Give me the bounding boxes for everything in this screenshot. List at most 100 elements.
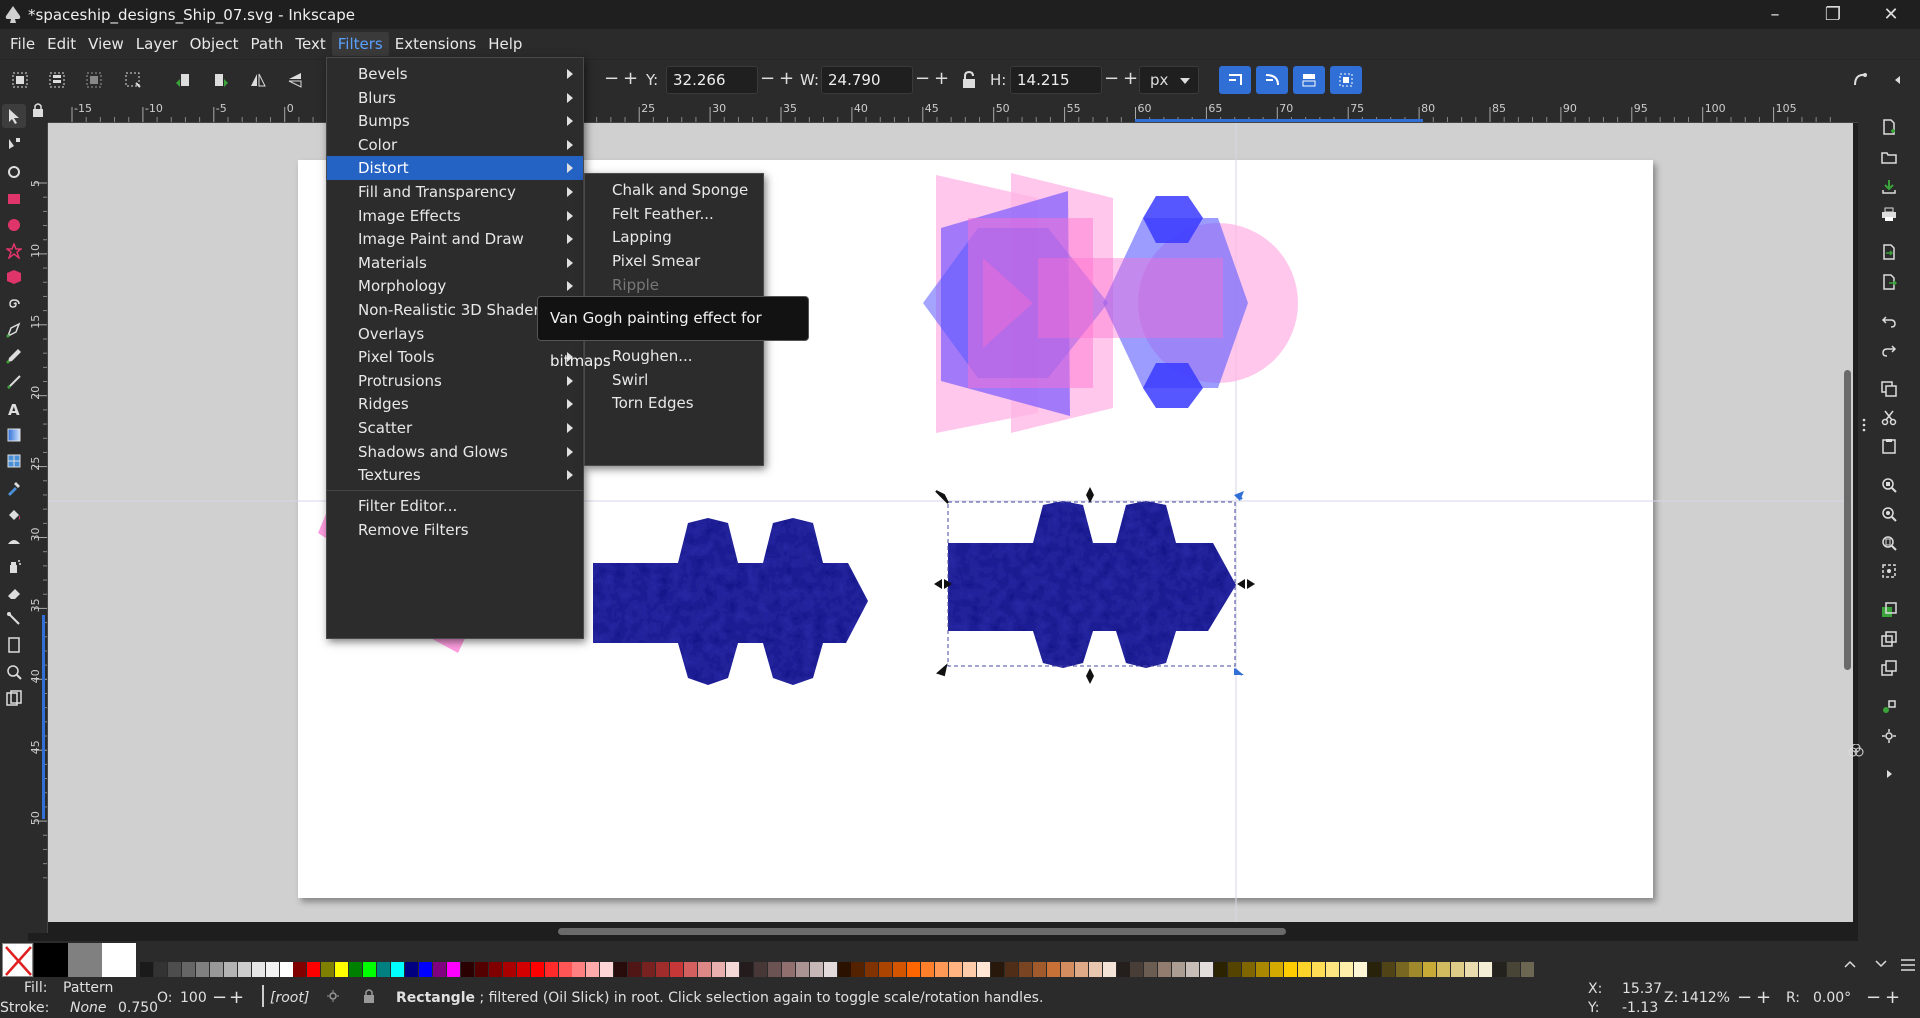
color-swatch[interactable] <box>865 962 879 977</box>
color-swatch[interactable] <box>293 962 307 977</box>
rotate-value[interactable]: 0.00° <box>1813 990 1851 1006</box>
flip-horizontal-icon[interactable] <box>246 68 270 92</box>
menu-view[interactable]: View <box>82 32 130 56</box>
x-decrement-button[interactable]: − <box>604 70 619 88</box>
color-swatch[interactable] <box>1228 962 1242 977</box>
color-swatch[interactable] <box>586 962 600 977</box>
menu-path[interactable]: Path <box>244 32 289 56</box>
menu-help[interactable]: Help <box>482 32 528 56</box>
measure-tool-icon[interactable] <box>2 686 26 710</box>
color-swatch[interactable] <box>628 962 642 977</box>
color-swatch[interactable] <box>809 962 823 977</box>
tweak-tool-icon[interactable] <box>2 160 26 184</box>
color-swatch[interactable] <box>432 962 446 977</box>
color-swatch[interactable] <box>711 962 725 977</box>
color-swatch[interactable] <box>963 962 977 977</box>
unit-select[interactable]: px <box>1139 66 1199 94</box>
drawing-artwork[interactable] <box>48 123 1853 922</box>
node-tool-icon[interactable] <box>2 132 26 156</box>
pencil-tool-icon[interactable] <box>2 344 26 368</box>
distort-item-roughen[interactable]: Roughen... <box>585 344 763 368</box>
menu-edit[interactable]: Edit <box>41 32 82 56</box>
move-gradients-toggle-icon[interactable] <box>1293 66 1325 94</box>
white-swatch[interactable] <box>102 943 136 977</box>
star-tool-icon[interactable] <box>2 239 26 263</box>
color-swatch[interactable] <box>1060 962 1074 977</box>
lock-icon[interactable] <box>957 68 981 92</box>
menu-text[interactable]: Text <box>289 32 331 56</box>
color-swatch[interactable] <box>949 962 963 977</box>
color-swatch[interactable] <box>767 962 781 977</box>
color-swatch[interactable] <box>684 962 698 977</box>
zoom-drawing-icon[interactable] <box>1877 502 1901 526</box>
filters-menu-item-materials[interactable]: Materials <box>327 251 583 275</box>
filters-menu-item-image-effects[interactable]: Image Effects <box>327 204 583 228</box>
filters-menu-item-fill-and-transparency[interactable]: Fill and Transparency <box>327 180 583 204</box>
layer-lock-icon[interactable] <box>362 988 376 1008</box>
palette-scroll-down-icon[interactable] <box>1874 955 1888 968</box>
color-swatch[interactable] <box>795 962 809 977</box>
distort-item-chalk-and-sponge[interactable]: Chalk and Sponge <box>585 178 763 202</box>
color-swatch[interactable] <box>921 962 935 977</box>
filters-menu-item-ridges[interactable]: Ridges <box>327 392 583 416</box>
color-swatch[interactable] <box>1283 962 1297 977</box>
y-decrement-button[interactable]: − <box>760 70 775 88</box>
minimize-button[interactable]: – <box>1746 0 1804 29</box>
opacity-increment-button[interactable]: + <box>229 987 244 1008</box>
color-swatch[interactable] <box>1353 962 1367 977</box>
color-swatch[interactable] <box>1507 962 1521 977</box>
color-swatch[interactable] <box>725 962 739 977</box>
color-swatch[interactable] <box>516 962 530 977</box>
distort-item-torn-edges[interactable]: Torn Edges <box>585 391 763 415</box>
tweak-brush-tool-icon[interactable] <box>2 528 26 552</box>
filters-menu-item-bevels[interactable]: Bevels <box>327 62 583 86</box>
h-increment-button[interactable]: + <box>1123 70 1138 88</box>
h-decrement-button[interactable]: − <box>1104 70 1119 88</box>
rotate-cw-icon[interactable] <box>209 68 233 92</box>
rotate-decrement-button[interactable]: − <box>1866 987 1881 1008</box>
color-swatch[interactable] <box>1256 962 1269 977</box>
gradient-tool-icon[interactable] <box>2 423 26 447</box>
color-swatch[interactable] <box>1200 962 1214 977</box>
pen-tool-icon[interactable] <box>2 318 26 342</box>
color-swatch[interactable] <box>558 962 572 977</box>
color-swatch[interactable] <box>1465 962 1479 977</box>
gray-swatch[interactable] <box>68 943 102 977</box>
color-swatch[interactable] <box>1032 962 1046 977</box>
new-document-icon[interactable] <box>1877 115 1901 139</box>
lock-guides-icon[interactable] <box>28 99 48 123</box>
color-swatch[interactable] <box>642 962 656 977</box>
zoom-tool-icon[interactable] <box>2 660 26 684</box>
color-swatch[interactable] <box>181 962 195 977</box>
menu-object[interactable]: Object <box>184 32 245 56</box>
color-swatch[interactable] <box>1325 962 1339 977</box>
color-swatch[interactable] <box>335 962 349 977</box>
menu-extensions[interactable]: Extensions <box>389 32 482 56</box>
color-swatch[interactable] <box>1018 962 1032 977</box>
color-swatch[interactable] <box>600 962 614 977</box>
color-swatch[interactable] <box>823 962 837 977</box>
color-swatch[interactable] <box>265 962 279 977</box>
color-swatch[interactable] <box>837 962 851 977</box>
x-increment-button[interactable]: + <box>623 70 638 88</box>
color-swatch[interactable] <box>167 962 181 977</box>
color-swatch[interactable] <box>1144 962 1158 977</box>
color-swatch[interactable] <box>1367 962 1381 977</box>
color-swatch[interactable] <box>474 962 488 977</box>
color-swatch[interactable] <box>405 962 419 977</box>
stroke-value[interactable]: None <box>70 1000 107 1016</box>
color-swatch[interactable] <box>1409 962 1423 977</box>
spray-tool-icon[interactable] <box>2 554 26 578</box>
color-swatch[interactable] <box>237 962 251 977</box>
color-swatch[interactable] <box>502 962 516 977</box>
color-swatch[interactable] <box>1116 962 1130 977</box>
color-swatch[interactable] <box>1381 962 1395 977</box>
color-swatch[interactable] <box>1214 962 1228 977</box>
rectangle-tool-icon[interactable] <box>2 187 26 211</box>
scale-stroke-toggle-icon[interactable] <box>1219 66 1251 94</box>
color-swatch[interactable] <box>223 962 237 977</box>
ungroup-icon[interactable] <box>1877 724 1901 748</box>
rotate-ccw-icon[interactable] <box>171 68 195 92</box>
color-swatch[interactable] <box>530 962 544 977</box>
snap-menu-chevron-icon[interactable] <box>1886 68 1910 92</box>
